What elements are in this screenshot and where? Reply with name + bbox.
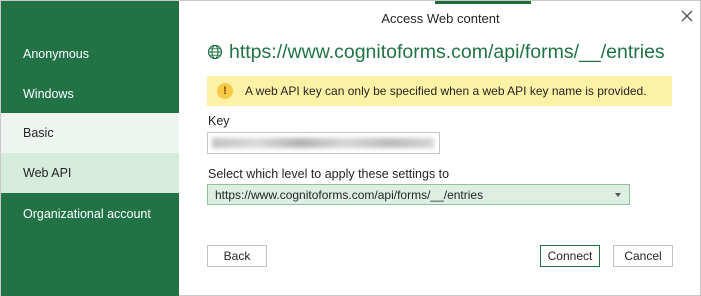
access-web-content-dialog: Anonymous Windows Basic Web API Organiza… bbox=[0, 0, 701, 296]
key-value-obscured bbox=[212, 138, 434, 148]
level-selected-value: https://www.cognitoforms.com/api/forms/_… bbox=[215, 187, 484, 202]
connect-button[interactable]: Connect bbox=[540, 245, 600, 267]
sidebar-item-windows[interactable]: Windows bbox=[1, 74, 179, 114]
url-text: https://www.cognitoforms.com/api/forms/_… bbox=[229, 40, 665, 63]
close-icon[interactable] bbox=[677, 6, 697, 26]
auth-type-sidebar: Anonymous Windows Basic Web API Organiza… bbox=[1, 1, 179, 296]
url-header: https://www.cognitoforms.com/api/forms/_… bbox=[207, 39, 665, 65]
sidebar-item-basic[interactable]: Basic bbox=[1, 113, 179, 153]
level-label: Select which level to apply these settin… bbox=[208, 167, 450, 181]
warning-banner: ! A web API key can only be specified wh… bbox=[207, 76, 672, 106]
warning-text: A web API key can only be specified when… bbox=[245, 84, 647, 98]
dialog-title: Access Web content bbox=[381, 11, 500, 26]
key-input[interactable] bbox=[207, 132, 440, 154]
cancel-button[interactable]: Cancel bbox=[613, 245, 673, 267]
warning-icon: ! bbox=[217, 83, 233, 99]
level-dropdown[interactable]: https://www.cognitoforms.com/api/forms/_… bbox=[207, 184, 630, 205]
title-accent-bar bbox=[435, 1, 531, 4]
chevron-down-icon bbox=[615, 193, 621, 197]
sidebar-item-web-api[interactable]: Web API bbox=[1, 153, 179, 193]
sidebar-item-anonymous[interactable]: Anonymous bbox=[1, 34, 179, 74]
sidebar-item-organizational-account[interactable]: Organizational account bbox=[1, 194, 179, 234]
key-label: Key bbox=[208, 114, 230, 128]
back-button[interactable]: Back bbox=[207, 245, 267, 267]
globe-icon bbox=[207, 44, 223, 60]
